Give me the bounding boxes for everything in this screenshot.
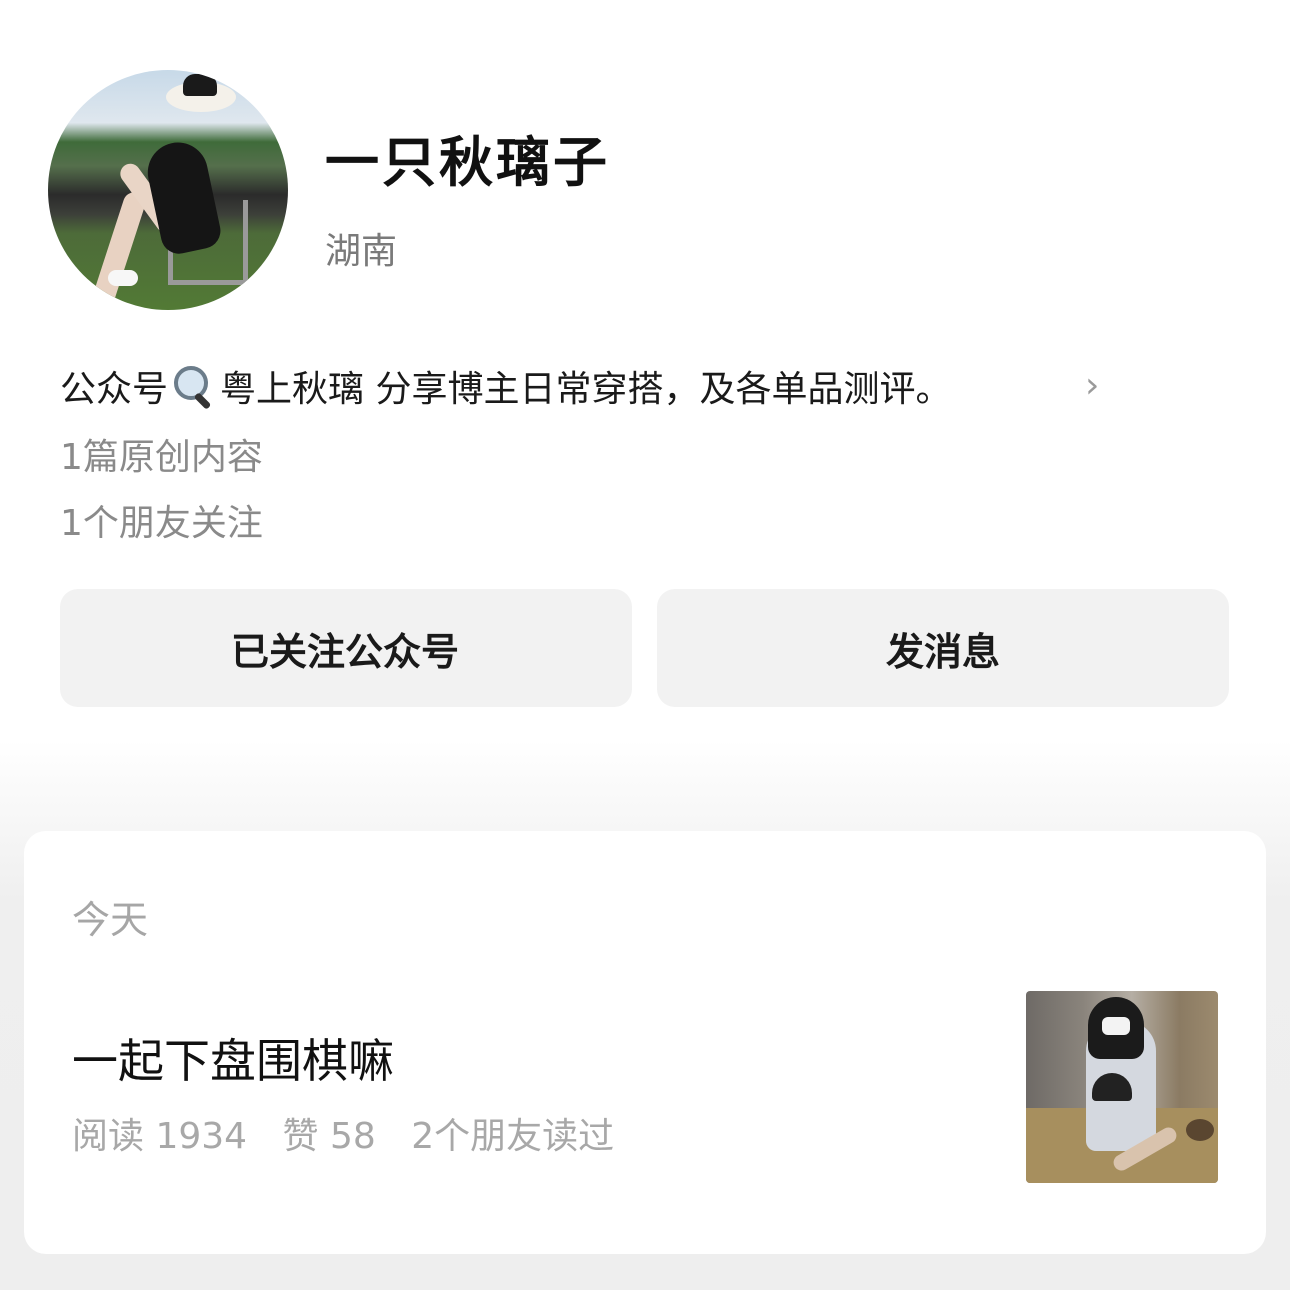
followed-button-label: 已关注公众号 [230, 629, 459, 674]
search-icon[interactable] [1095, 0, 1117, 8]
like-count: 赞 58 [282, 1116, 376, 1157]
article-thumbnail[interactable] [1026, 991, 1218, 1183]
magnifying-glass-icon [172, 364, 216, 410]
friends-following[interactable]: 1个朋友关注 [60, 494, 263, 546]
account-region: 湖南 [325, 231, 398, 272]
back-icon[interactable] [60, 0, 82, 8]
account-intro[interactable]: 公众号 粤上秋璃 分享博主日常穿搭，及各单品测评。 [60, 360, 951, 412]
friends-read: 2个朋友读过 [411, 1116, 615, 1157]
avatar-slipper [108, 270, 138, 286]
avatar[interactable] [48, 70, 288, 310]
intro-text: 粤上秋璃 分享博主日常穿搭，及各单品测评。 [220, 369, 952, 410]
followed-button[interactable]: 已关注公众号 [60, 589, 632, 707]
original-count: 1篇原创内容 [60, 437, 263, 478]
thumb-go-bowl [1186, 1119, 1214, 1141]
chevron-right-icon[interactable]: › [1085, 365, 1099, 406]
avatar-figure [142, 136, 224, 258]
article-title[interactable]: 一起下盘围棋嘛 [72, 1025, 394, 1091]
thumb-mask [1102, 1017, 1130, 1035]
date-header: 今天 [72, 898, 149, 942]
account-name: 一只秋璃子 [325, 131, 610, 194]
article-card: 今天 一起下盘围棋嘛 阅读 1934 赞 58 2个朋友读过 [24, 831, 1266, 1254]
article-meta: 阅读 1934 赞 58 2个朋友读过 [72, 1107, 638, 1159]
send-message-button[interactable]: 发消息 [657, 589, 1229, 707]
send-message-label: 发消息 [885, 629, 1000, 674]
intro-prefix: 公众号 [60, 369, 169, 410]
avatar-figure-leg [89, 189, 149, 310]
avatar-hat-top [183, 74, 217, 96]
read-count: 阅读 1934 [72, 1116, 248, 1157]
